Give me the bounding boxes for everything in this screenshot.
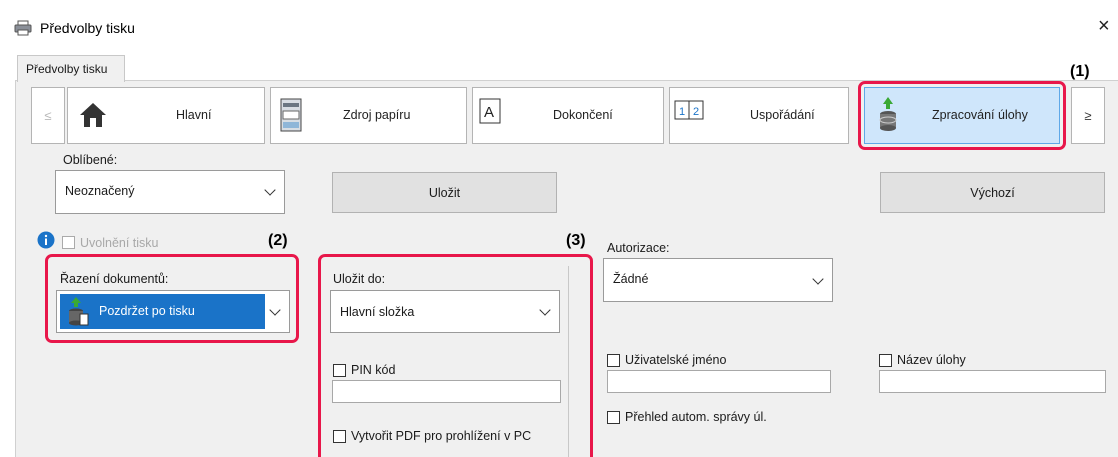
close-icon[interactable]: ×	[1098, 16, 1110, 36]
nav-prev-button[interactable]: ≤	[31, 87, 65, 144]
retention-value: Pozdržet po tisku	[99, 304, 195, 318]
favorites-select[interactable]: Neoznačený	[55, 170, 285, 214]
jobname-checkbox[interactable]	[879, 354, 892, 367]
callout-3-label: (3)	[566, 232, 586, 249]
chevron-down-icon	[812, 273, 824, 285]
store-value: Hlavní složka	[340, 305, 415, 319]
pin-checkbox[interactable]	[333, 364, 346, 377]
svg-text:2: 2	[693, 106, 699, 118]
info-icon	[37, 231, 55, 252]
release-checkbox[interactable]	[62, 236, 75, 249]
favorites-label: Oblíbené:	[63, 153, 118, 167]
callout-2-label: (2)	[268, 232, 288, 249]
layout-icon: 1 2	[674, 100, 704, 123]
auth-value: Žádné	[613, 272, 649, 286]
window-title: Předvolby tisku	[40, 20, 135, 36]
printer-icon	[14, 20, 32, 36]
svg-text:1: 1	[679, 106, 685, 118]
jobname-label: Název úlohy	[897, 353, 966, 367]
pdf-label: Vytvořit PDF pro prohlížení v PC	[351, 429, 532, 443]
title-bar	[0, 0, 1118, 44]
auth-select[interactable]: Žádné	[603, 258, 833, 302]
username-label: Uživatelské jméno	[625, 353, 727, 367]
jobname-input[interactable]	[879, 370, 1106, 393]
favorites-value: Neoznačený	[65, 184, 135, 198]
svg-text:A: A	[484, 104, 494, 121]
tab-finishing[interactable]: A Dokončení	[472, 87, 664, 144]
tab-finishing-label: Dokončení	[553, 108, 613, 122]
callout-1-box	[858, 81, 1066, 150]
retention-label: Řazení dokumentů:	[60, 272, 169, 286]
tab-main-label: Hlavní	[176, 108, 212, 122]
tab-main[interactable]: Hlavní	[67, 87, 265, 144]
finishing-icon: A	[479, 98, 501, 127]
tab-layout[interactable]: 1 2 Uspořádání	[669, 87, 849, 144]
job-handling-icon	[67, 296, 89, 331]
auto-job-label: Přehled autom. správy úl.	[625, 410, 767, 424]
default-button[interactable]: Výchozí	[880, 172, 1105, 213]
release-label: Uvolnění tisku	[80, 236, 159, 247]
save-button[interactable]: Uložit	[332, 172, 557, 213]
chevron-down-icon	[539, 304, 551, 316]
store-label: Uložit do:	[333, 272, 386, 286]
tab-paper-source[interactable]: Zdroj papíru	[270, 87, 467, 144]
username-checkbox[interactable]	[607, 354, 620, 367]
home-icon	[78, 100, 108, 133]
printer-paper-icon	[279, 97, 303, 136]
nav-next-button[interactable]: ≥	[1071, 87, 1105, 144]
username-input[interactable]	[607, 370, 831, 393]
store-select[interactable]: Hlavní složka	[330, 290, 560, 333]
pin-label: PIN kód	[351, 363, 396, 377]
pin-input[interactable]	[332, 380, 561, 403]
chevron-down-icon	[264, 184, 276, 196]
auto-job-checkbox[interactable]	[607, 411, 620, 424]
chevron-down-icon	[269, 304, 281, 316]
separator	[568, 266, 569, 457]
auth-label: Autorizace:	[607, 241, 670, 255]
tab-paper-source-label: Zdroj papíru	[343, 108, 411, 122]
callout-1-label: (1)	[1070, 63, 1090, 80]
tab-layout-label: Uspořádání	[750, 108, 815, 122]
tab-print-preferences[interactable]: Předvolby tisku	[17, 55, 125, 82]
pdf-checkbox[interactable]	[333, 430, 346, 443]
retention-select[interactable]: Pozdržet po tisku	[56, 290, 290, 333]
